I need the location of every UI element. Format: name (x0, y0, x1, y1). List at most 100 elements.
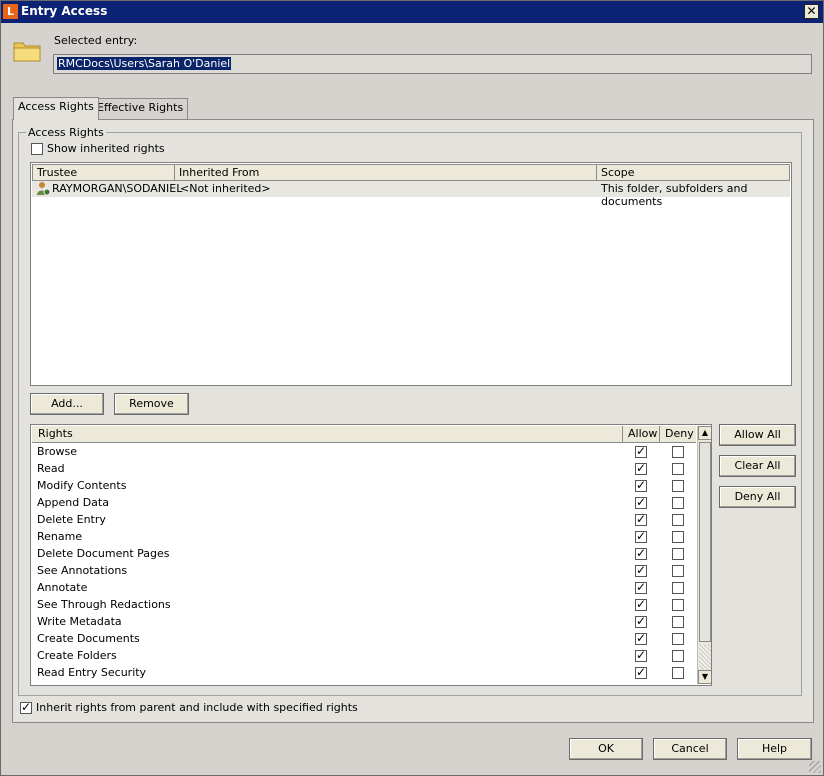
deny-checkbox[interactable] (672, 497, 684, 509)
inherit-rights-label: Inherit rights from parent and include w… (36, 701, 358, 714)
title-bar[interactable]: L Entry Access ✕ (1, 1, 823, 23)
tab-effective-rights[interactable]: Effective Rights (92, 98, 189, 119)
trustee-scope: This folder, subfolders and documents (601, 182, 748, 208)
deny-checkbox[interactable] (672, 599, 684, 611)
selected-entry-value: RMCDocs\Users\Sarah O'Daniel (57, 57, 232, 70)
deny-checkbox[interactable] (672, 446, 684, 458)
table-row[interactable]: Read (32, 461, 696, 478)
right-name: Modify Contents (37, 479, 127, 492)
allow-checkbox[interactable] (635, 563, 647, 577)
allow-all-button[interactable]: Allow All (719, 424, 796, 446)
allow-checkbox[interactable] (635, 614, 647, 628)
show-inherited-rights-checkbox[interactable] (31, 143, 43, 155)
scroll-up-button[interactable]: ▲ (698, 426, 711, 440)
rights-list[interactable]: Rights Allow Deny Browse Read Modify Conte… (30, 424, 712, 686)
allow-checkbox[interactable] (635, 546, 647, 560)
deny-checkbox[interactable] (672, 480, 684, 492)
scroll-thumb[interactable] (699, 442, 711, 642)
column-header-scope[interactable]: Scope (597, 165, 791, 180)
allow-checkbox[interactable] (635, 478, 647, 492)
table-row[interactable]: Write Metadata (32, 614, 696, 631)
table-row[interactable]: Annotate (32, 580, 696, 597)
table-row[interactable]: RAYMORGAN\SODANIEL <Not inherited> This … (32, 181, 790, 208)
allow-checkbox[interactable] (635, 665, 647, 679)
table-row[interactable]: Delete Entry (32, 512, 696, 529)
column-header-deny[interactable]: Deny (661, 427, 698, 440)
deny-checkbox[interactable] (672, 514, 684, 526)
table-row[interactable]: Modify Contents (32, 478, 696, 495)
show-inherited-rights-label: Show inherited rights (47, 142, 165, 155)
remove-trustee-button[interactable]: Remove (114, 393, 189, 415)
deny-checkbox[interactable] (672, 463, 684, 475)
deny-checkbox[interactable] (672, 531, 684, 543)
deny-all-button[interactable]: Deny All (719, 486, 796, 508)
app-logo-icon: L (3, 4, 18, 19)
right-name: Browse (37, 445, 78, 458)
deny-checkbox[interactable] (672, 667, 684, 679)
column-header-inherited-from[interactable]: Inherited From (175, 165, 597, 180)
allow-checkbox[interactable] (635, 495, 647, 509)
allow-checkbox[interactable] (635, 461, 647, 475)
rights-scrollbar[interactable]: ▲ ▼ (697, 426, 711, 684)
deny-checkbox[interactable] (672, 650, 684, 662)
allow-checkbox[interactable] (635, 580, 647, 594)
right-name: Append Data (37, 496, 109, 509)
allow-checkbox[interactable] (635, 512, 647, 526)
help-button[interactable]: Help (737, 738, 812, 760)
table-row[interactable]: Create Documents (32, 631, 696, 648)
scroll-track[interactable] (699, 644, 711, 670)
right-name: Create Folders (37, 649, 117, 662)
inherit-rights-checkbox[interactable] (20, 700, 32, 714)
tab-effective-rights-label: Effective Rights (97, 101, 184, 114)
resize-grip[interactable] (809, 761, 821, 773)
allow-checkbox[interactable] (635, 648, 647, 662)
deny-checkbox[interactable] (672, 582, 684, 594)
right-name: See Through Redactions (37, 598, 171, 611)
entry-access-dialog: L Entry Access ✕ Selected entry: RMCDocs… (0, 0, 824, 776)
trustee-list[interactable]: Trustee Inherited From Scope RAYMORGAN\S… (30, 162, 792, 386)
right-name: Delete Entry (37, 513, 106, 526)
deny-checkbox[interactable] (672, 633, 684, 645)
deny-checkbox[interactable] (672, 565, 684, 577)
column-header-allow[interactable]: Allow (624, 427, 661, 440)
access-rights-group-label: Access Rights (26, 126, 106, 139)
table-row[interactable]: Create Folders (32, 648, 696, 665)
inherit-rights-option[interactable]: Inherit rights from parent and include w… (20, 700, 358, 714)
right-name: Rename (37, 530, 83, 543)
right-name: Write Metadata (37, 615, 122, 628)
trustee-list-header: Trustee Inherited From Scope (32, 164, 790, 181)
right-name: Delete Document Pages (37, 547, 170, 560)
add-trustee-button[interactable]: Add... (30, 393, 104, 415)
deny-checkbox[interactable] (672, 548, 684, 560)
table-row[interactable]: Append Data (32, 495, 696, 512)
right-name: Annotate (37, 581, 88, 594)
table-row[interactable]: See Through Redactions (32, 597, 696, 614)
table-row[interactable]: See Annotations (32, 563, 696, 580)
allow-checkbox[interactable] (635, 631, 647, 645)
rights-list-header: Rights Allow Deny (32, 426, 696, 443)
allow-checkbox[interactable] (635, 444, 647, 458)
selected-entry-field[interactable]: RMCDocs\Users\Sarah O'Daniel (53, 54, 812, 74)
show-inherited-rights-option[interactable]: Show inherited rights (31, 142, 165, 155)
tab-access-rights[interactable]: Access Rights (13, 97, 99, 120)
right-name: Create Documents (37, 632, 140, 645)
close-button[interactable]: ✕ (804, 4, 819, 19)
table-row[interactable]: Delete Document Pages (32, 546, 696, 563)
allow-checkbox[interactable] (635, 529, 647, 543)
table-row[interactable]: Browse (32, 444, 696, 461)
table-row[interactable]: Read Entry Security (32, 665, 696, 682)
ok-button[interactable]: OK (569, 738, 643, 760)
tab-access-rights-label: Access Rights (18, 100, 94, 113)
deny-checkbox[interactable] (672, 616, 684, 628)
folder-icon (13, 42, 41, 62)
allow-checkbox[interactable] (635, 597, 647, 611)
selected-entry-label: Selected entry: (54, 34, 138, 47)
table-row[interactable]: Rename (32, 529, 696, 546)
column-header-rights[interactable]: Rights (34, 427, 77, 440)
scroll-down-button[interactable]: ▼ (698, 670, 711, 684)
trustee-inherited-from: <Not inherited> (180, 182, 271, 195)
column-header-trustee[interactable]: Trustee (33, 165, 175, 180)
clear-all-button[interactable]: Clear All (719, 455, 796, 477)
right-name: Read Entry Security (37, 666, 147, 679)
cancel-button[interactable]: Cancel (653, 738, 727, 760)
